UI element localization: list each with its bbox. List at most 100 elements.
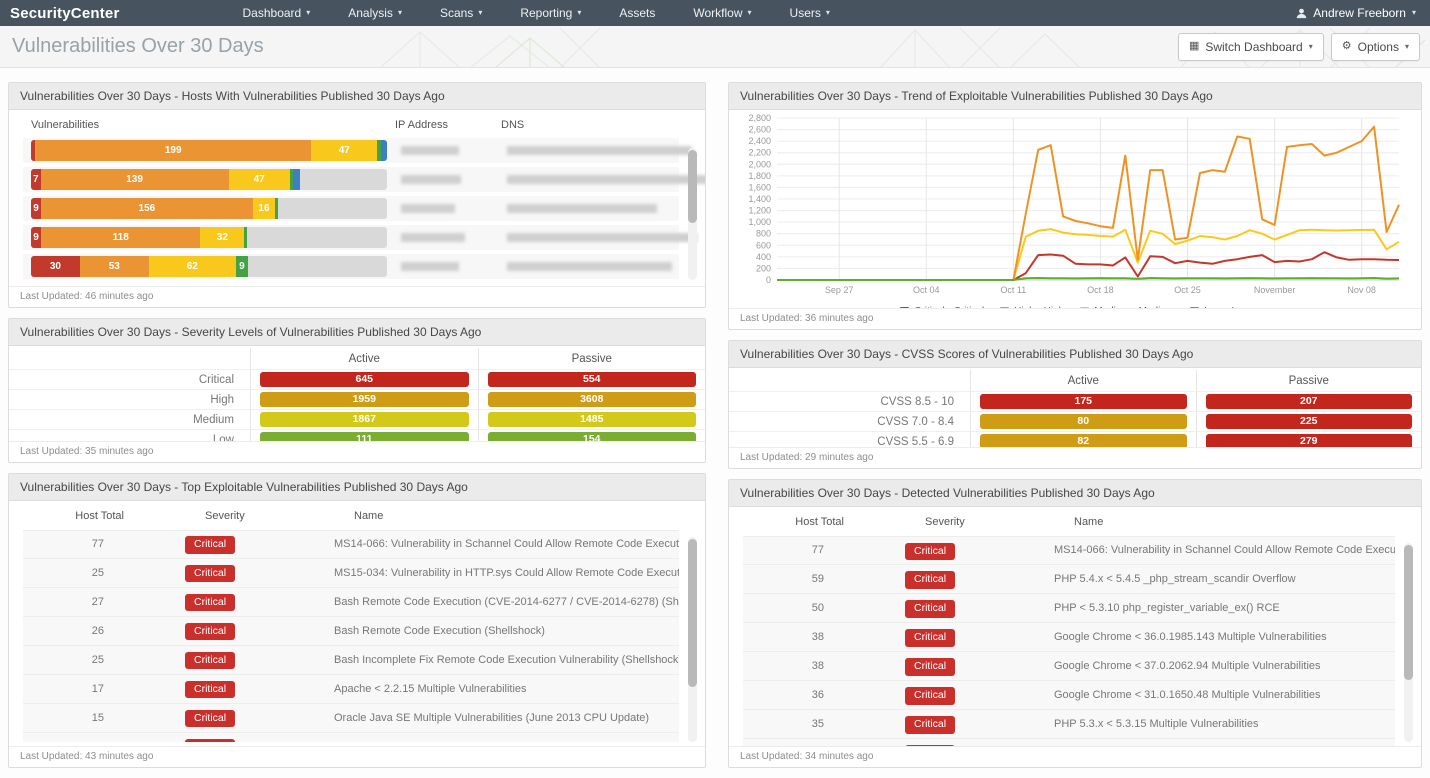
scrollbar-thumb[interactable] — [688, 538, 697, 687]
svg-text:800: 800 — [756, 229, 771, 239]
caret-down-icon: ▾ — [577, 8, 582, 17]
value-bar: 1959 — [260, 391, 469, 407]
svg-text:Nov 08: Nov 08 — [1347, 285, 1376, 295]
vulnerability-row[interactable]: 77 Critical MS14-066: Vulnerability in Sch… — [23, 529, 679, 559]
app-logo[interactable]: SecurityCenter — [0, 5, 134, 22]
svg-text:2,400: 2,400 — [748, 136, 771, 146]
scrollbar-thumb[interactable] — [1404, 544, 1413, 681]
value-bar: 279 — [1205, 434, 1412, 447]
nav-item-reporting[interactable]: Reporting ▾ — [501, 0, 600, 26]
host-row[interactable]: 7 139 47 — [23, 167, 705, 192]
panel-title[interactable]: Vulnerabilities Over 30 Days - Detected … — [729, 479, 1421, 507]
nav-item-scans[interactable]: Scans ▾ — [421, 0, 501, 26]
scrollbar-track[interactable] — [688, 536, 697, 742]
vulnerability-row[interactable]: 25 Critical MS15-034: Vulnerability in HTT… — [23, 558, 679, 588]
scrollbar-thumb[interactable] — [688, 150, 697, 223]
vulnerability-row[interactable]: 35 Critical PHP 5.3.x < 5.3.15 Multiple Vu… — [743, 709, 1395, 739]
nav-item-workflow[interactable]: Workflow ▾ — [674, 0, 770, 26]
left-column: Vulnerabilities Over 30 Days - Hosts Wit… — [8, 82, 706, 778]
switch-dashboard-button[interactable]: ▦ Switch Dashboard ▾ — [1177, 32, 1324, 61]
svg-text:2,800: 2,800 — [748, 114, 771, 123]
vulnerability-row-partial[interactable]: Critical — [743, 738, 1395, 746]
scrollbar-track[interactable] — [1404, 542, 1413, 742]
bar-segment-orange: 199 — [35, 140, 312, 161]
host-total: 50 — [811, 601, 824, 614]
redacted-text — [507, 232, 697, 242]
panel-title[interactable]: Vulnerabilities Over 30 Days - CVSS Scor… — [729, 341, 1421, 369]
severity-badge: Critical — [905, 716, 956, 734]
svg-text:1,200: 1,200 — [748, 206, 771, 216]
vulnerability-row[interactable]: 27 Critical Bash Remote Code Execution (CV… — [23, 587, 679, 617]
nav-item-users[interactable]: Users ▾ — [771, 0, 849, 26]
matrix-cell: 1485 — [477, 409, 706, 429]
legend-swatch — [1190, 307, 1200, 309]
severity-cell: Critical — [149, 708, 334, 728]
vulnerability-row[interactable]: 38 Critical Google Chrome < 36.0.1985.143 … — [743, 622, 1395, 652]
host-row[interactable]: 9 118 32 — [23, 225, 697, 250]
severity-cell: Critical — [149, 737, 334, 742]
host-row[interactable]: 9 156 16 — [23, 196, 679, 221]
ip-address-redacted — [387, 171, 493, 189]
nav-item-analysis[interactable]: Analysis ▾ — [329, 0, 421, 26]
vulnerability-row[interactable]: 15 Critical Oracle Java SE Multiple Vulner… — [23, 703, 679, 733]
redacted-text — [507, 203, 657, 213]
column-header-active: Active — [250, 347, 478, 369]
caret-down-icon: ▾ — [747, 8, 752, 17]
host-row[interactable]: 199 47 — [23, 138, 692, 163]
svg-text:Sep 27: Sep 27 — [825, 285, 854, 295]
vulnerability-row[interactable]: 77 Critical MS14-066: Vulnerability in Sch… — [743, 535, 1395, 565]
column-header-name: Name — [354, 509, 384, 522]
redacted-text — [507, 174, 705, 184]
panel-title[interactable]: Vulnerabilities Over 30 Days - Hosts Wit… — [9, 83, 705, 110]
host-total: 38 — [811, 630, 824, 643]
vuln-list: 77 Critical MS14-066: Vulnerability in Sch… — [9, 529, 705, 742]
svg-text:Oct 18: Oct 18 — [1087, 285, 1114, 295]
panel-body: Host Total Severity Name 77 Critical MS14-… — [729, 507, 1421, 746]
host-row[interactable]: 30 53 62 9 — [23, 254, 679, 279]
matrix-row: CVSS 5.5 - 6.9 82 279 — [729, 431, 1421, 447]
last-updated: Last Updated: 29 minutes ago — [729, 446, 1421, 468]
scrollbar-track[interactable] — [688, 148, 697, 280]
vulnerability-name: Google Chrome < 37.0.2062.94 Multiple Vu… — [1054, 659, 1321, 672]
panel-title[interactable]: Vulnerabilities Over 30 Days - Top Explo… — [9, 473, 705, 501]
vulnerability-row[interactable]: 25 Critical Bash Incomplete Fix Remote Cod… — [23, 645, 679, 675]
severity-cell: Critical — [149, 592, 334, 612]
vulnerability-row[interactable]: 17 Critical Apache < 2.2.15 Multiple Vulne… — [23, 674, 679, 704]
panel-body: Active Passive Critical 645 554 High 1959 360… — [9, 346, 705, 441]
vulnerability-row[interactable]: 36 Critical Google Chrome < 31.0.1650.48 M… — [743, 680, 1395, 710]
matrix-cell: 82 — [970, 432, 1196, 447]
panel-trend-chart: Vulnerabilities Over 30 Days - Trend of … — [728, 82, 1422, 331]
host-total: 26 — [91, 624, 104, 637]
value-bar: 80 — [980, 414, 1187, 430]
vulnerability-name: MS15-034: Vulnerability in HTTP.sys Coul… — [334, 566, 679, 579]
dns-redacted — [493, 229, 697, 247]
host-total: 77 — [811, 544, 824, 557]
svg-text:400: 400 — [756, 252, 771, 262]
header-actions: ▦ Switch Dashboard ▾ ⚙ Options ▾ — [1177, 32, 1430, 61]
user-menu[interactable]: Andrew Freeborn ▾ — [1296, 6, 1430, 20]
bar-segment-yellow: 16 — [252, 198, 276, 219]
nav-item-assets[interactable]: Assets — [600, 0, 674, 26]
vulnerability-stacked-bar: 9 156 16 — [31, 198, 387, 219]
nav-item-label: Scans — [439, 6, 474, 20]
nav-item-label: Reporting — [520, 6, 573, 20]
app: SecurityCenter Dashboard ▾ Analysis ▾ Scans ▾… — [0, 0, 1430, 778]
panel-title[interactable]: Vulnerabilities Over 30 Days - Trend of … — [729, 83, 1421, 110]
svg-text:Oct 04: Oct 04 — [913, 285, 940, 295]
dashboard-grid: Vulnerabilities Over 30 Days - Hosts Wit… — [0, 68, 1430, 778]
vulnerability-row[interactable]: 38 Critical Google Chrome < 37.0.2062.94 M… — [743, 651, 1395, 681]
legend-item: Medium - Medium — [1080, 306, 1174, 309]
vulnerability-row[interactable]: 50 Critical PHP < 5.3.10 php_register_vari… — [743, 593, 1395, 623]
value-bar: 225 — [1205, 414, 1412, 430]
vulnerability-row-partial[interactable]: Critical — [23, 732, 679, 742]
panel-title[interactable]: Vulnerabilities Over 30 Days - Severity … — [9, 318, 705, 346]
nav-item-dashboard[interactable]: Dashboard ▾ — [224, 0, 330, 26]
caret-down-icon: ▾ — [478, 8, 483, 17]
panel-severity-levels: Vulnerabilities Over 30 Days - Severity … — [8, 317, 706, 463]
matrix-header: Active Passive — [729, 370, 1421, 392]
vuln-list: 77 Critical MS14-066: Vulnerability in Sch… — [729, 535, 1421, 746]
vulnerability-row[interactable]: 59 Critical PHP 5.4.x < 5.4.5 _php_stream_… — [743, 564, 1395, 594]
vulnerability-row[interactable]: 26 Critical Bash Remote Code Execution (Sh… — [23, 616, 679, 646]
vulnerability-name: Apache < 2.2.15 Multiple Vulnerabilities — [334, 682, 527, 695]
options-button[interactable]: ⚙ Options ▾ — [1330, 32, 1420, 61]
